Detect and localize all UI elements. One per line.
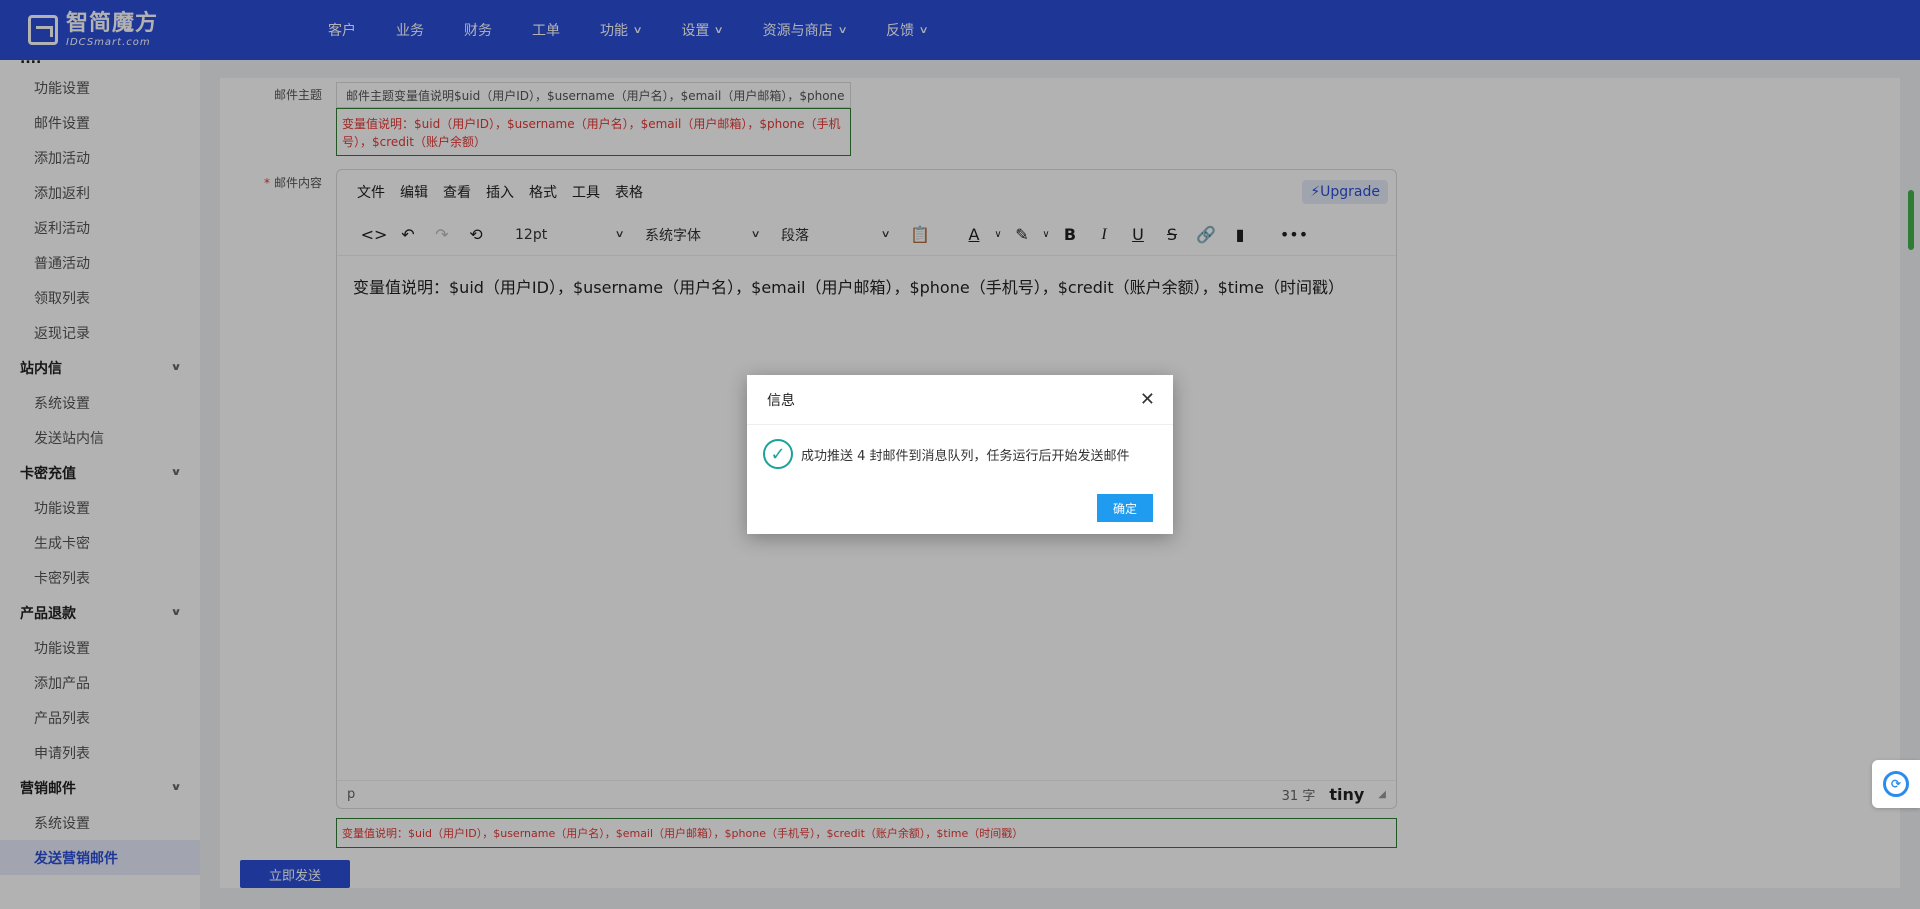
- scrollbar[interactable]: [1908, 190, 1914, 250]
- ok-button[interactable]: 确定: [1097, 494, 1153, 522]
- dialog-message: 成功推送 4 封邮件到消息队列，任务运行后开始发送邮件: [801, 448, 1130, 464]
- dialog-body: ✓ 成功推送 4 封邮件到消息队列，任务运行后开始发送邮件: [747, 425, 1173, 469]
- info-dialog: 信息 ✕ ✓ 成功推送 4 封邮件到消息队列，任务运行后开始发送邮件 确定: [747, 375, 1173, 534]
- dialog-title: 信息: [767, 392, 795, 409]
- floating-help-widget[interactable]: ⟳: [1872, 760, 1920, 808]
- check-circle-icon: ✓: [763, 439, 793, 469]
- support-icon: ⟳: [1883, 771, 1909, 797]
- dialog-header: 信息 ✕: [747, 375, 1173, 425]
- close-icon[interactable]: ✕: [1140, 389, 1155, 410]
